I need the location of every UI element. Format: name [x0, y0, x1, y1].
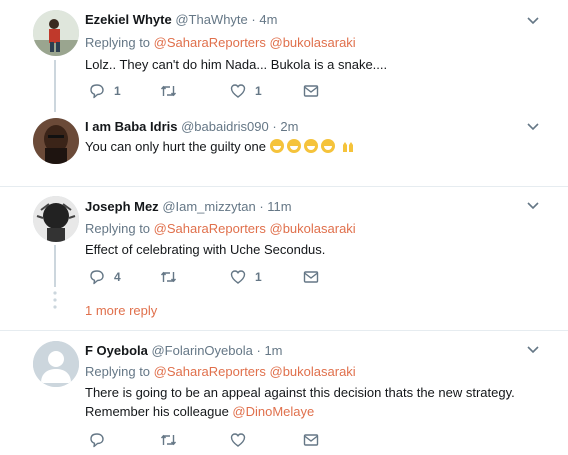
tweet-text: Remember his colleague	[85, 404, 229, 419]
separator: ·	[272, 119, 277, 134]
replying-to: Replying to @SaharaReporters @bukolasara…	[85, 221, 356, 236]
retweet-button[interactable]	[160, 432, 177, 448]
tweet-actions: 1 1	[85, 83, 335, 99]
tweet-actions: 4 1	[85, 269, 335, 285]
timestamp[interactable]: 1m	[264, 343, 282, 358]
thread-dots	[53, 291, 57, 309]
dm-icon	[303, 271, 319, 283]
tweet-text: Effect of celebrating with Uche Secondus…	[85, 242, 326, 257]
replying-label: Replying to	[85, 35, 151, 50]
grinning-emoji-icon	[286, 139, 301, 153]
separator: ·	[251, 12, 256, 27]
reply-count: 4	[114, 270, 121, 284]
mention-link[interactable]: @bukolasaraki	[270, 221, 356, 236]
thread-line	[54, 245, 56, 287]
tweet-joseph-mez[interactable]: Joseph Mez @Iam_mizzytan · 11m Replying …	[0, 187, 568, 330]
replying-label: Replying to	[85, 364, 151, 379]
avatar[interactable]	[33, 341, 79, 387]
display-name[interactable]: Joseph Mez	[85, 199, 159, 214]
chevron-down-icon[interactable]	[527, 16, 539, 26]
tweet-text-line: You can only hurt the guilty one	[85, 137, 355, 156]
like-icon	[230, 270, 246, 284]
like-button[interactable]	[230, 432, 246, 448]
tweet-text-line-2: Remember his colleague @DinoMelaye	[85, 402, 314, 421]
tweet-actions	[85, 432, 335, 448]
retweet-button[interactable]	[160, 83, 177, 99]
dm-icon	[303, 85, 319, 97]
tweet-text: Lolz.. They can't do him Nada... Bukola …	[85, 57, 388, 72]
display-name[interactable]: Ezekiel Whyte	[85, 12, 172, 27]
thread-line	[54, 60, 56, 112]
separator: ·	[256, 343, 261, 358]
tweet-baba-idris[interactable]: I am Baba Idris @babaidris090 · 2m You c…	[0, 110, 568, 186]
replying-to: Replying to @SaharaReporters @bukolasara…	[85, 35, 356, 50]
username[interactable]: @ThaWhyte	[175, 12, 247, 27]
username[interactable]: @FolarinOyebola	[151, 343, 252, 358]
mention-link[interactable]: @SaharaReporters	[154, 35, 266, 50]
raised-hands-emoji-icon	[343, 142, 354, 152]
like-count: 1	[255, 84, 262, 98]
like-icon	[230, 433, 246, 447]
retweet-icon	[160, 434, 177, 446]
username[interactable]: @babaidris090	[181, 119, 269, 134]
mention-link[interactable]: @DinoMelaye	[232, 404, 314, 419]
retweet-icon	[160, 85, 177, 97]
tweet-header: F Oyebola @FolarinOyebola · 1m	[85, 343, 283, 358]
grinning-emoji-icon	[303, 139, 318, 153]
dm-icon	[303, 434, 319, 446]
grinning-emoji-icon	[269, 139, 284, 153]
chevron-down-icon[interactable]	[527, 345, 539, 355]
avatar[interactable]	[33, 196, 79, 242]
mention-link[interactable]: @bukolasaraki	[270, 364, 356, 379]
reply-button[interactable]: 1	[89, 83, 121, 99]
reply-icon	[90, 433, 104, 448]
timestamp[interactable]: 11m	[267, 199, 291, 214]
like-count: 1	[255, 270, 262, 284]
chevron-down-icon[interactable]	[527, 201, 539, 211]
timestamp[interactable]: 4m	[259, 12, 277, 27]
tweet-text: You can only hurt the guilty one	[85, 139, 266, 154]
reply-button[interactable]	[89, 432, 105, 448]
reply-button[interactable]: 4	[89, 269, 121, 285]
tweet-header: I am Baba Idris @babaidris090 · 2m	[85, 119, 298, 134]
tweet-text-line-1: There is going to be an appeal against t…	[85, 385, 515, 400]
replying-label: Replying to	[85, 221, 151, 236]
reply-icon	[90, 270, 104, 285]
mention-link[interactable]: @bukolasaraki	[270, 35, 356, 50]
like-button[interactable]: 1	[230, 269, 262, 285]
dm-button[interactable]	[303, 269, 319, 285]
separator: ·	[259, 199, 264, 214]
reply-count: 1	[114, 84, 121, 98]
username[interactable]: @Iam_mizzytan	[162, 199, 255, 214]
replying-to: Replying to @SaharaReporters @bukolasara…	[85, 364, 356, 379]
mention-link[interactable]: @SaharaReporters	[154, 221, 266, 236]
more-replies-link[interactable]: 1 more reply	[85, 303, 157, 318]
dm-button[interactable]	[303, 432, 319, 448]
retweet-button[interactable]	[160, 269, 177, 285]
tweet-ezekiel-whyte[interactable]: Ezekiel Whyte @ThaWhyte · 4m Replying to…	[0, 0, 568, 112]
avatar[interactable]	[33, 10, 79, 56]
retweet-icon	[160, 271, 177, 283]
grinning-emoji-icon	[320, 139, 335, 153]
avatar[interactable]	[33, 118, 79, 164]
dm-button[interactable]	[303, 83, 319, 99]
like-icon	[230, 84, 246, 98]
tweet-header: Joseph Mez @Iam_mizzytan · 11m	[85, 199, 292, 214]
display-name[interactable]: F Oyebola	[85, 343, 148, 358]
reply-icon	[90, 84, 104, 99]
tweet-f-oyebola[interactable]: F Oyebola @FolarinOyebola · 1m Replying …	[0, 331, 568, 455]
display-name[interactable]: I am Baba Idris	[85, 119, 177, 134]
like-button[interactable]: 1	[230, 83, 262, 99]
mention-link[interactable]: @SaharaReporters	[154, 364, 266, 379]
chevron-down-icon[interactable]	[527, 122, 539, 132]
tweet-header: Ezekiel Whyte @ThaWhyte · 4m	[85, 12, 277, 27]
timestamp[interactable]: 2m	[280, 119, 298, 134]
